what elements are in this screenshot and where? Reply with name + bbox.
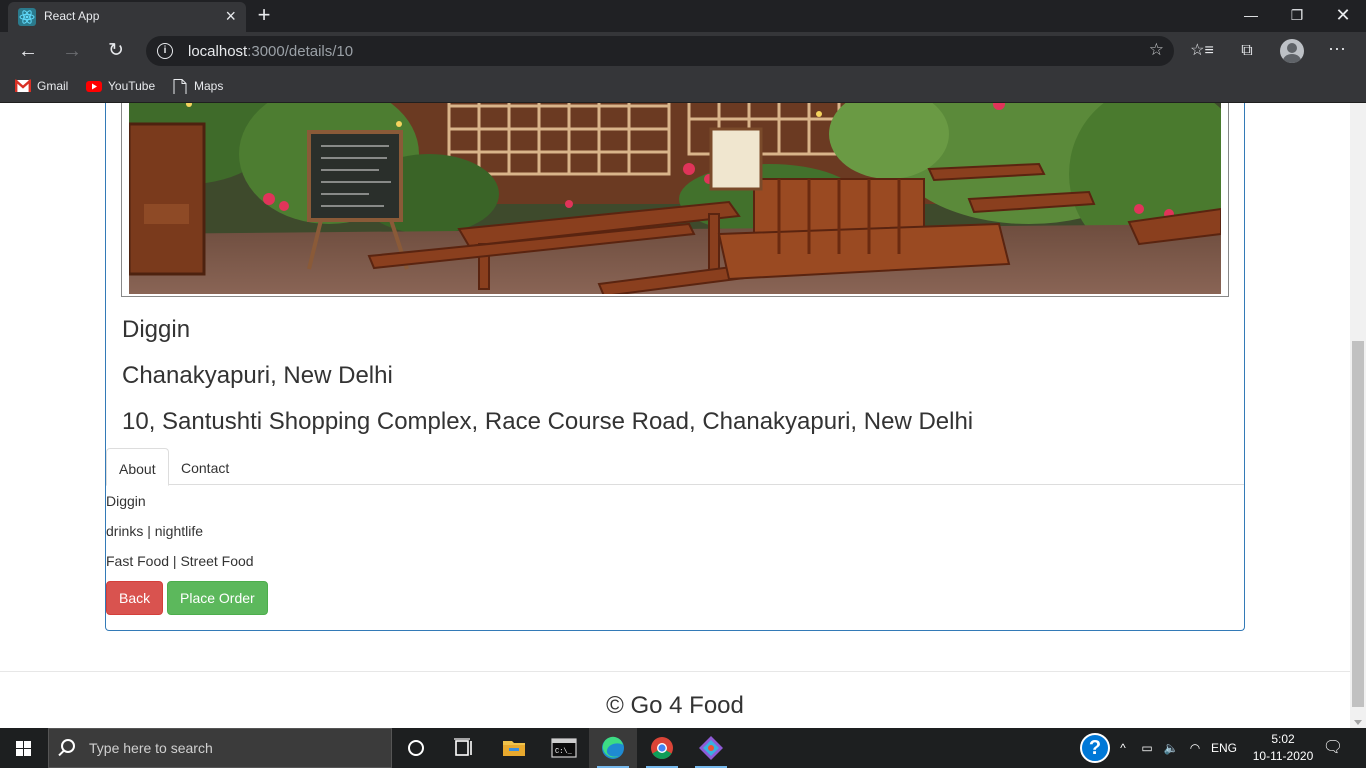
youtube-icon [86,81,102,92]
forward-arrow-icon[interactable]: → [58,37,86,65]
battery-icon[interactable]: ▭ [1136,728,1158,768]
windows-start-icon[interactable] [0,728,48,768]
more-menu-icon[interactable]: ··· [1323,38,1351,64]
tab-about[interactable]: About [106,448,169,486]
wifi-icon[interactable]: ◠ [1184,728,1206,768]
language-indicator[interactable]: ENG [1208,728,1240,768]
page-scrollbar[interactable] [1350,103,1366,728]
address-bar[interactable]: i localhost:3000/details/10 ☆ [146,36,1174,66]
gmail-icon [15,79,31,92]
svg-text:C:\_: C:\_ [555,748,573,756]
browser-tab[interactable]: React App × [8,2,246,32]
scroll-down-arrow-icon[interactable] [1354,720,1362,725]
site-info-icon[interactable]: i [157,43,173,59]
restaurant-image-thumbnail [121,103,1229,297]
clock-date: 10-11-2020 [1252,749,1314,763]
place-order-button[interactable]: Place Order [167,581,268,615]
about-tags: drinks | nightlife [106,523,204,539]
close-window-icon[interactable]: ✕ [1320,0,1366,32]
page-footer: © Go 4 Food [0,671,1350,728]
favorite-star-icon[interactable]: ☆ [1149,40,1164,60]
tab-contact[interactable]: Contact [169,448,241,485]
browser-titlebar: React App × + — ❐ ✕ [0,0,1366,32]
cortana-icon[interactable] [392,728,440,768]
browser-toolbar: ← → ↻ i localhost:3000/details/10 ☆ ☆≡ ⧉… [0,32,1366,70]
clock-time: 5:02 [1271,732,1295,746]
minimize-icon[interactable]: — [1228,0,1274,32]
reload-icon[interactable]: ↻ [102,37,130,65]
restaurant-name-heading: Diggin [122,316,191,343]
search-icon [61,739,75,753]
bookmarks-bar: Gmail YouTube Maps [0,70,1366,103]
taskbar-clock[interactable]: 5:02 10-11-2020 [1252,731,1314,765]
back-arrow-icon[interactable]: ← [14,37,42,65]
address-url: localhost:3000/details/10 [188,43,354,60]
profile-avatar[interactable] [1280,39,1304,63]
close-tab-icon[interactable]: × [225,6,236,26]
restaurant-details-panel: Diggin Chanakyapuri, New Delhi 10, Santu… [105,103,1245,631]
windows-taskbar: Type here to search C:\_ ? ^ ▭ 🔈 ◠ ENG 5… [0,728,1366,768]
collections-icon[interactable]: ⧉ [1233,38,1261,64]
footer-copyright: © Go 4 Food [606,692,744,719]
page-icon [173,79,187,94]
git-kraken-icon[interactable] [687,728,735,768]
back-button[interactable]: Back [106,581,164,615]
volume-icon[interactable]: 🔈 [1160,728,1182,768]
notifications-icon[interactable]: 🗨 [1318,728,1348,768]
details-tabs: About Contact [106,448,1244,486]
show-hidden-icons-chevron-icon[interactable]: ^ [1114,728,1132,768]
restaurant-photo [129,103,1221,294]
about-restaurant-name: Diggin [106,493,146,509]
bookmark-maps[interactable]: Maps [172,76,232,96]
task-view-icon[interactable] [440,728,488,768]
taskbar-search-placeholder: Type here to search [89,740,213,756]
restore-icon[interactable]: ❐ [1274,0,1320,32]
bookmark-gmail[interactable]: Gmail [15,76,75,96]
help-icon[interactable]: ? [1080,733,1110,763]
react-icon [18,8,36,26]
page-viewport: Diggin Chanakyapuri, New Delhi 10, Santu… [0,103,1350,728]
file-explorer-icon[interactable] [490,728,538,768]
tab-title: React App [44,9,100,23]
bookmark-youtube[interactable]: YouTube [86,76,160,96]
terminal-icon[interactable]: C:\_ [540,728,588,768]
chrome-icon[interactable] [638,728,686,768]
new-tab-icon[interactable]: + [252,3,276,27]
favorites-icon[interactable]: ☆≡ [1188,38,1216,64]
scrollbar-thumb[interactable] [1352,341,1364,707]
about-cuisines: Fast Food | Street Food [106,553,254,569]
restaurant-address-heading: 10, Santushti Shopping Complex, Race Cou… [122,408,974,435]
taskbar-search-box[interactable]: Type here to search [48,728,392,768]
restaurant-patio-image [129,103,1221,294]
restaurant-locality-heading: Chanakyapuri, New Delhi [122,362,393,389]
edge-browser-icon[interactable] [589,728,637,768]
